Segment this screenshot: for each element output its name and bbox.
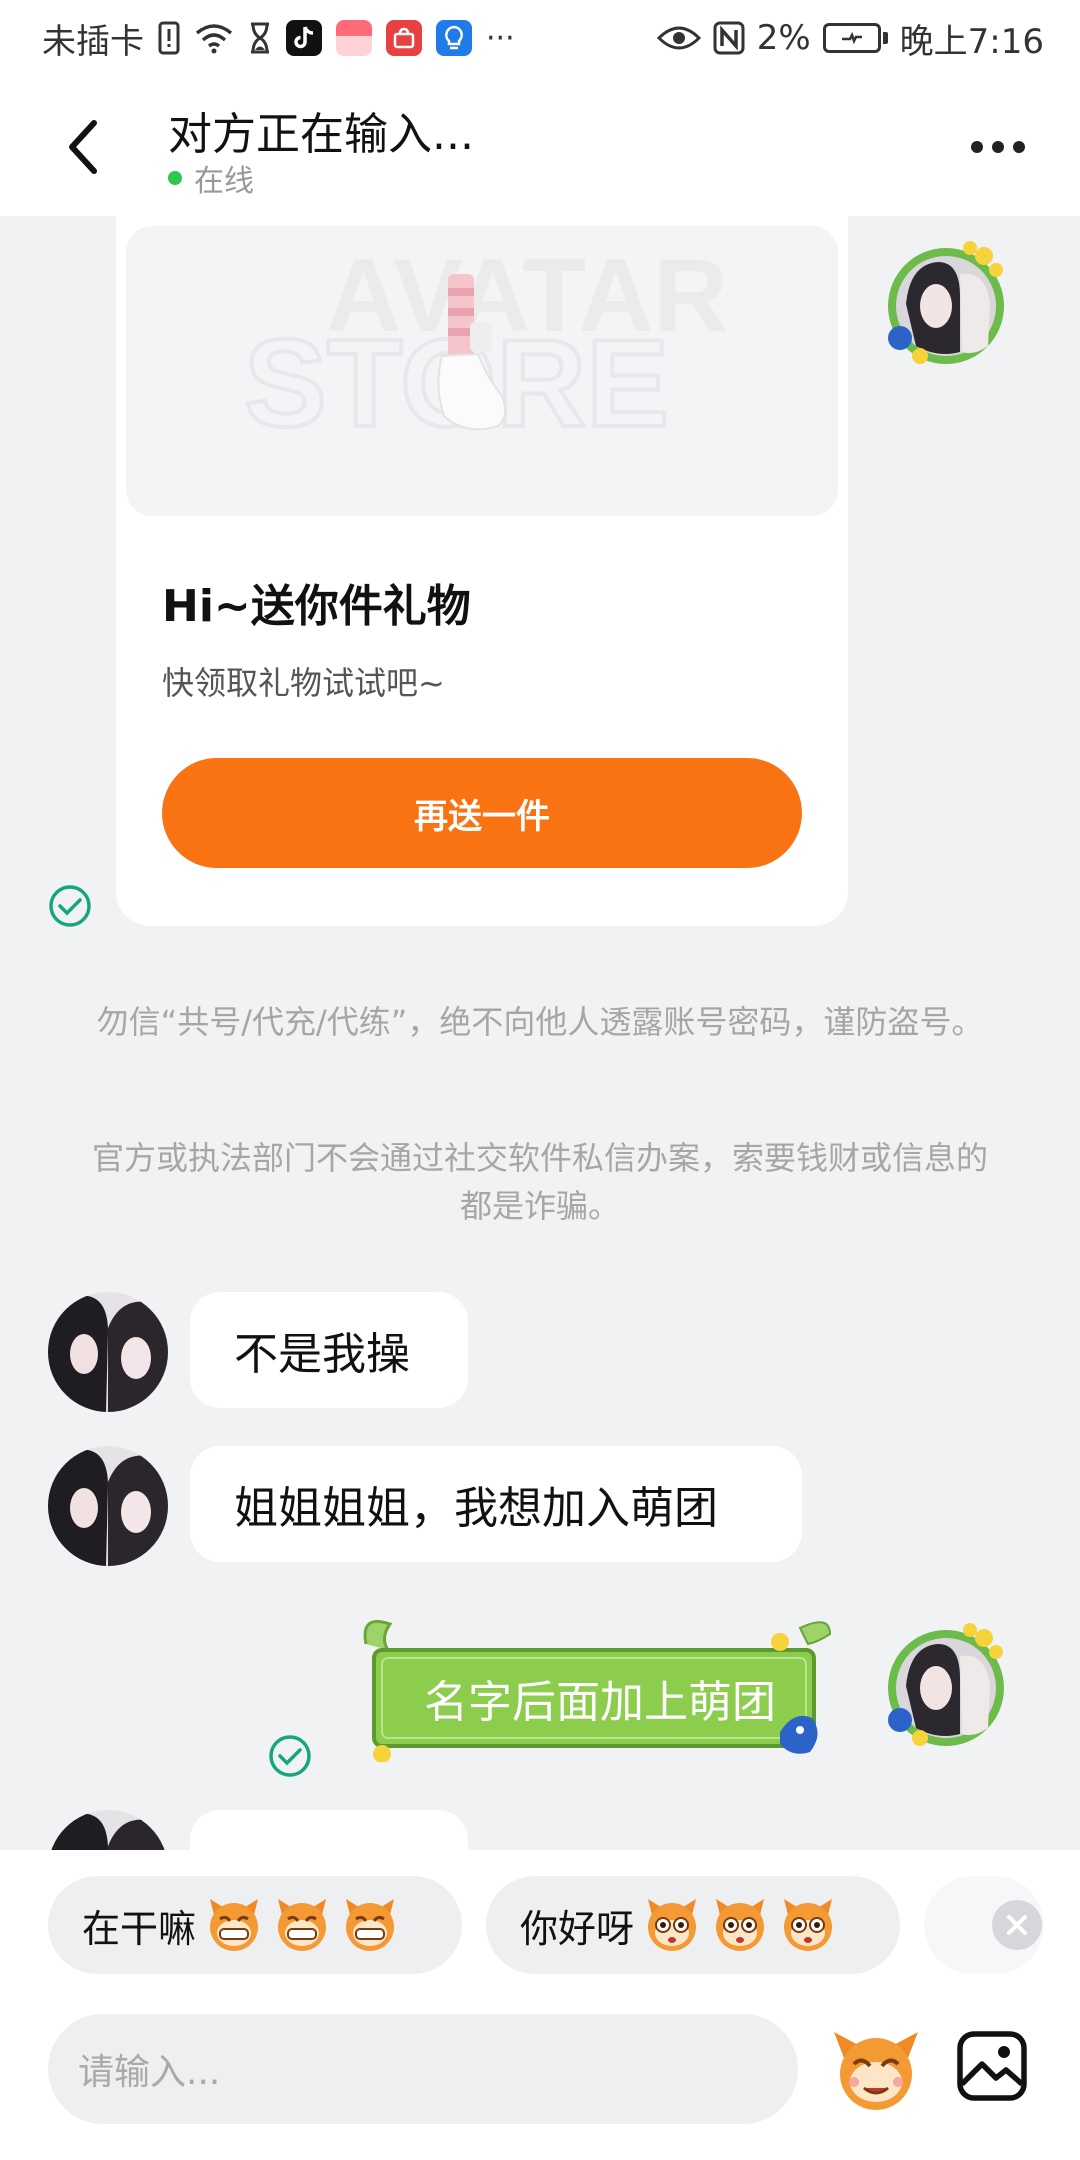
eye-icon [656, 24, 701, 52]
grin-face-icon [210, 1899, 259, 1951]
send-another-gift-button[interactable]: 再送一件 [162, 758, 802, 868]
message-bubble[interactable]: 姐姐姐姐，我想加入萌团 [190, 1446, 802, 1562]
wide-eyes-face-icon [784, 1899, 833, 1951]
emoji-button[interactable] [830, 2024, 922, 2116]
security-notice-1: 勿信“共号/代充/代练”，绝不向他人透露账号密码，谨防盗号。 [96, 1003, 984, 1041]
self-avatar[interactable] [876, 234, 1016, 374]
message-text: 姐姐姐姐，我想加入萌团 [234, 1483, 718, 1534]
tiktok-icon [286, 20, 322, 56]
status-bar: 未插卡 ··· 2% 晚上7:16 [0, 0, 1080, 76]
message-text: 名字后面加上萌团 [424, 1677, 776, 1728]
message-input[interactable]: 请输入... [48, 2014, 798, 2124]
message-bubble[interactable]: 不是我操 [190, 1292, 468, 1408]
battery-percent: 2% [756, 18, 811, 58]
message-bubble-partial[interactable] [190, 1810, 468, 1850]
contact-avatar[interactable] [48, 1292, 168, 1412]
contact-avatar[interactable] [48, 1446, 168, 1566]
grin-face-icon [346, 1899, 395, 1951]
security-notice-2: 官方或执法部门不会通过社交软件私信办案，索要钱财或信息的都是诈骗。 [91, 1139, 988, 1225]
wide-eyes-face-icon [648, 1899, 697, 1951]
app-red-icon [336, 20, 372, 56]
back-button[interactable] [52, 112, 112, 182]
chat-header: 对方正在输入... 在线 [0, 76, 1080, 216]
more-options-button[interactable] [960, 122, 1036, 172]
quick-reply-text: 你好呀 [520, 1906, 635, 1951]
wide-eyes-face-icon [716, 1899, 765, 1951]
close-icon [1007, 1915, 1027, 1935]
read-check-icon [269, 1735, 311, 1777]
online-dot-icon [168, 171, 182, 185]
close-quick-replies-button[interactable] [992, 1900, 1042, 1950]
gift-subtitle: 快领取礼物试试吧~ [162, 664, 445, 702]
contact-avatar[interactable] [48, 1810, 168, 1850]
hourglass-icon [248, 22, 272, 54]
composer-area: 在干嘛 你好呀 请输入... [0, 1850, 1080, 2160]
online-status-label: 在线 [194, 164, 254, 199]
sim-alert-icon [158, 21, 180, 55]
quick-reply-chip[interactable]: 你好呀 [486, 1876, 900, 1974]
message-input-placeholder: 请输入... [78, 2052, 221, 2093]
chat-area[interactable]: AVATAR STORE Hi~送你件礼物 快领取礼物试试吧~ 再送一件 勿信“… [0, 216, 1080, 1850]
carrier-label: 未插卡 [42, 21, 144, 62]
chevron-left-icon [69, 120, 97, 174]
quick-reply-text: 在干嘛 [82, 1906, 197, 1951]
chat-title: 对方正在输入... [168, 109, 474, 160]
image-picker-button[interactable] [956, 2030, 1028, 2102]
message-text: 不是我操 [234, 1329, 410, 1380]
shop-icon [386, 20, 422, 56]
gift-image[interactable]: AVATAR STORE [126, 226, 838, 516]
nfc-icon [713, 21, 745, 55]
self-avatar[interactable] [876, 1616, 1016, 1756]
bulb-icon [436, 20, 472, 56]
wifi-icon [194, 22, 234, 54]
battery-icon [822, 23, 888, 53]
quick-reply-chip[interactable]: 在干嘛 [48, 1876, 462, 1974]
gift-card[interactable]: AVATAR STORE Hi~送你件礼物 快领取礼物试试吧~ 再送一件 [116, 216, 848, 926]
clock: 晚上7:16 [899, 21, 1044, 62]
grin-face-icon [278, 1899, 327, 1951]
gift-title: Hi~送你件礼物 [162, 581, 471, 632]
read-check-icon [49, 885, 91, 927]
online-status: 在线 [168, 156, 254, 200]
my-message-bubble[interactable]: 名字后面加上萌团 [360, 1614, 838, 1762]
more-notif-icon: ··· [486, 20, 515, 56]
